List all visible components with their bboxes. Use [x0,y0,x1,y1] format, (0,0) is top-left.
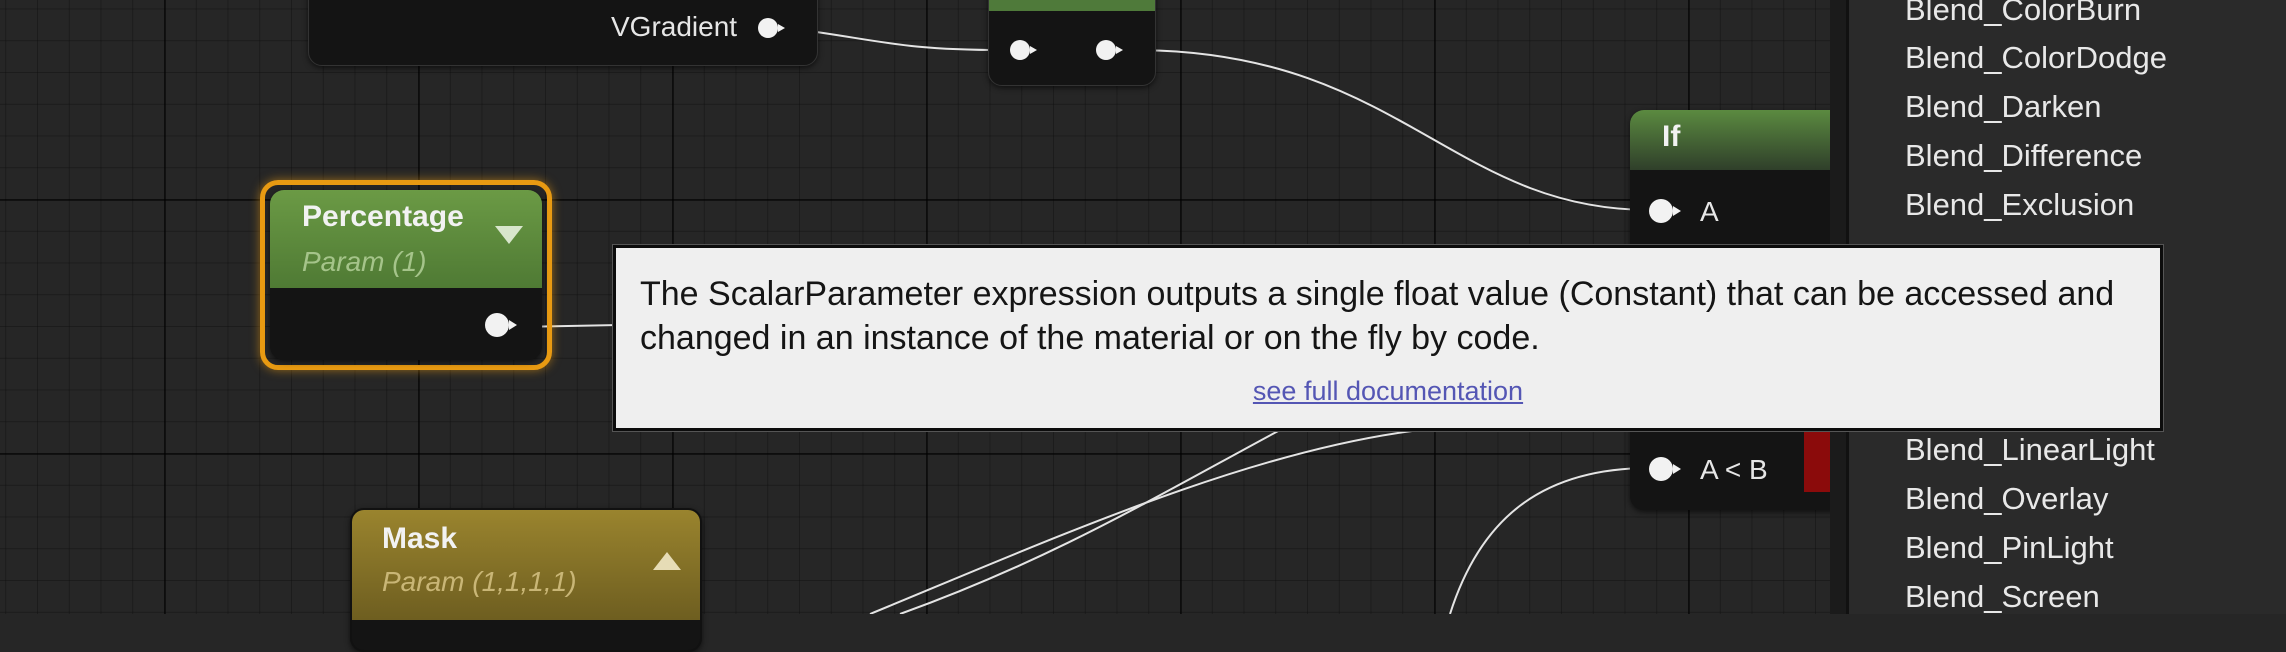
percentage-node-subtitle: Param (1) [302,246,427,277]
menu-item-blend-darken[interactable]: Blend_Darken [1905,89,2101,125]
menu-item-blend-overlay[interactable]: Blend_Overlay [1905,481,2108,517]
collapse-arrow-down-icon[interactable] [494,224,524,251]
menu-item-blend-pinlight[interactable]: Blend_PinLight [1905,530,2114,566]
menu-item-blend-colorburn[interactable]: Blend_ColorBurn [1905,0,2141,28]
see-full-documentation-link[interactable]: see full documentation [616,376,2160,407]
menu-item-blend-colordodge[interactable]: Blend_ColorDodge [1905,40,2167,76]
menu-item-blend-linearlight[interactable]: Blend_LinearLight [1905,432,2155,468]
menu-item-blend-difference[interactable]: Blend_Difference [1905,138,2142,174]
scalar-parameter-tooltip: The ScalarParameter expression outputs a… [613,245,2163,431]
percentage-node-title: Percentage [302,200,464,233]
mask-node-subtitle: Param (1,1,1,1) [382,566,577,597]
if-pin-a-lt-b-label: A < B [1700,454,1768,485]
if-pin-a-label: A [1700,196,1719,227]
if-input-pin-a-lt-b[interactable] [1648,456,1681,481]
small-math-node[interactable] [988,0,1156,86]
collapse-arrow-up-icon[interactable] [652,550,682,577]
tooltip-description: The ScalarParameter expression outputs a… [640,275,2115,357]
menu-item-blend-screen[interactable]: Blend_Screen [1905,579,2100,615]
small-math-node-header [989,0,1155,11]
percentage-output-pin[interactable] [484,312,517,337]
if-node-title: If [1662,120,1681,153]
small-math-input-pin[interactable] [1009,39,1037,60]
vgradient-pin-label: VGradient [611,11,738,42]
menu-item-blend-exclusion[interactable]: Blend_Exclusion [1905,187,2134,223]
mask-node[interactable]: Mask Param (1,1,1,1) [350,508,702,652]
small-math-output-pin[interactable] [1095,39,1123,60]
mask-node-title: Mask [382,522,458,555]
vgradient-node[interactable]: VGradient [308,0,818,66]
vgradient-output-pin[interactable] [757,17,785,38]
percentage-node[interactable]: Percentage Param (1) [270,190,542,360]
if-input-pin-a[interactable] [1648,198,1681,223]
